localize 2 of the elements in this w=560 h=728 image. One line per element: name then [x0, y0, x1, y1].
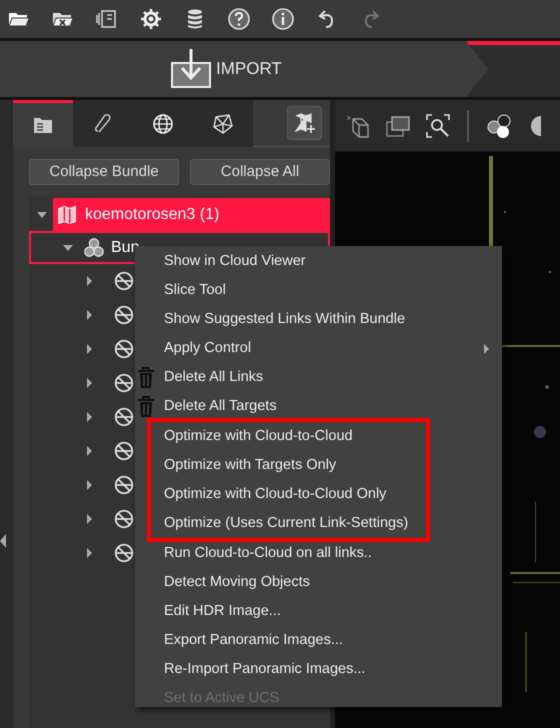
step-label: IMPORT	[216, 58, 282, 80]
tree-label: koemotorosen3 (1)	[85, 204, 220, 224]
